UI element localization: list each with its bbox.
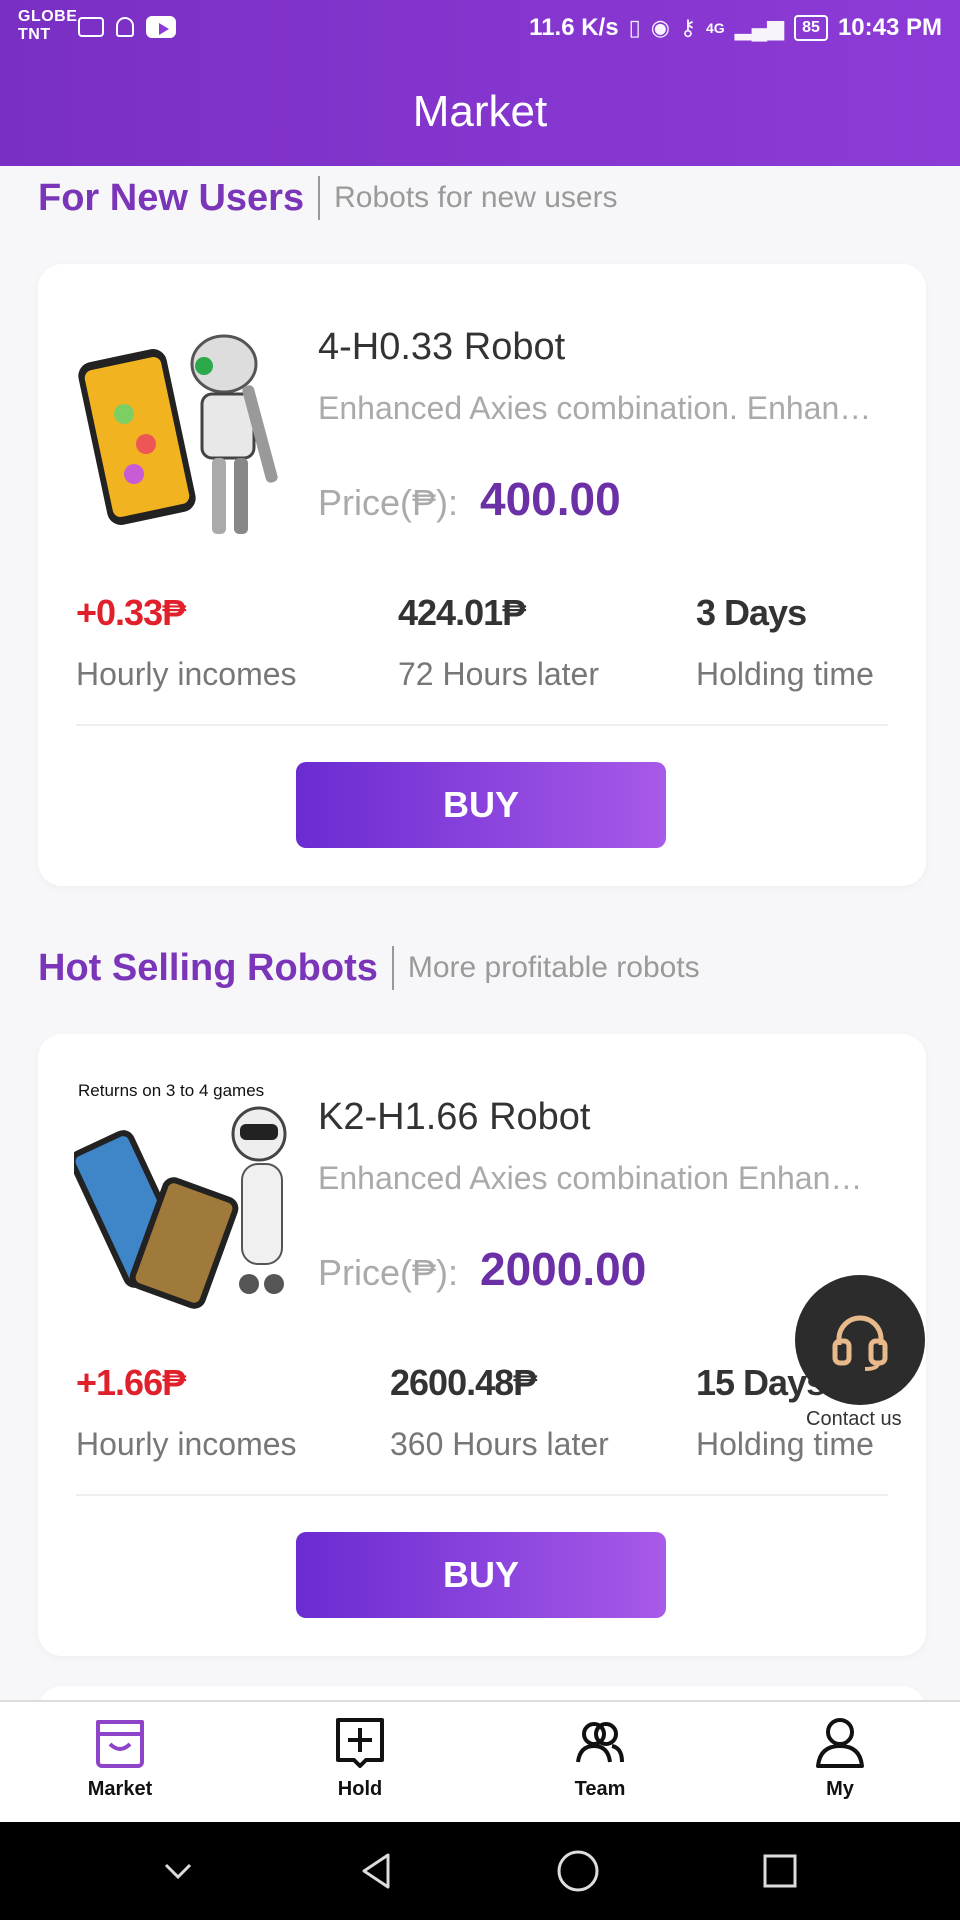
tab-team[interactable]: Team [480, 1702, 720, 1822]
section-subtitle: Robots for new users [334, 181, 618, 214]
stat-label: Hourly incomes [76, 656, 297, 692]
stat-total-return: 424.01₱ 72 Hours later [398, 592, 599, 693]
stat-label: Holding time [696, 1426, 874, 1462]
price-value: 2000.00 [480, 1243, 647, 1295]
stat-value: 424.01₱ [398, 592, 526, 633]
stat-value: 3 Days [696, 592, 807, 633]
divider [76, 724, 888, 726]
tab-label: Hold [337, 1778, 383, 1800]
robot-image: Returns on 3 to 4 games [74, 1074, 304, 1310]
tab-label: Team [574, 1778, 626, 1800]
clock: 10:43 PM [837, 14, 942, 41]
section-title: For New Users [38, 176, 305, 219]
robot-name: 4-H0.33 Robot [318, 326, 566, 368]
robot-image [74, 304, 304, 540]
battery-icon: 85 [794, 15, 828, 41]
team-icon [576, 1722, 624, 1763]
stat-hourly-income: +0.33₱ Hourly incomes [76, 592, 297, 693]
price-value: 400.00 [480, 473, 621, 525]
robot-name: K2-H1.66 Robot [318, 1096, 591, 1138]
key-icon: ⚷ [679, 15, 697, 40]
signal-icon: ▂▄▆ [734, 15, 785, 40]
section-header-hot-selling: Hot Selling Robots More profitable robot… [38, 946, 700, 990]
net-speed: 11.6 K/s [529, 14, 619, 41]
stat-holding-time: 3 Days Holding time [696, 592, 874, 693]
tab-hold[interactable]: Hold [240, 1702, 480, 1822]
stat-label: 72 Hours later [398, 656, 599, 692]
recents-icon[interactable] [758, 1849, 802, 1893]
tab-label: Market [87, 1778, 153, 1800]
buy-button[interactable]: BUY [296, 762, 666, 848]
stat-label: 360 Hours later [390, 1426, 609, 1462]
price-label: Price(₱): [318, 482, 459, 523]
notification-icons [78, 16, 176, 38]
price-label: Price(₱): [318, 1252, 459, 1293]
vibrate-icon: ▯ [628, 15, 641, 40]
back-icon[interactable] [354, 1849, 398, 1893]
buy-button[interactable]: BUY [296, 1532, 666, 1618]
bottom-tab-bar: Market Hold Team My [0, 1700, 960, 1822]
robot-description: Enhanced Axies combination. Enhan… [318, 390, 872, 426]
carrier-line-1: GLOBE [18, 8, 78, 25]
youtube-icon [146, 16, 176, 38]
robot-description: Enhanced Axies combination Enhan… [318, 1160, 863, 1196]
stat-label: Hourly incomes [76, 1426, 297, 1462]
section-divider [318, 176, 321, 220]
headset-icon [832, 1315, 888, 1371]
user-icon [816, 1718, 864, 1768]
stat-label: Holding time [696, 656, 874, 692]
status-right: 11.6 K/s ▯ ◉ ⚷ 4G ▂▄▆ 85 10:43 PM [529, 14, 942, 42]
robot-card-partial [38, 1686, 926, 1700]
carrier-label: GLOBE TNT [18, 8, 77, 44]
robot-card: 4-H0.33 Robot Enhanced Axies combination… [38, 264, 926, 886]
section-divider [391, 946, 394, 990]
app-header: Market [0, 58, 960, 166]
stat-value: +1.66₱ [76, 1362, 186, 1403]
stat-hourly-income: +1.66₱ Hourly incomes [76, 1362, 297, 1463]
system-nav-bar [0, 1822, 960, 1920]
chat-icon [78, 17, 104, 37]
tab-label: My [826, 1778, 854, 1800]
plus-square-icon [336, 1718, 384, 1768]
home-icon[interactable] [554, 1847, 602, 1895]
carrier-line-2: TNT [18, 26, 51, 43]
page-title: Market [412, 87, 548, 136]
image-caption: Returns on 3 to 4 games [78, 1081, 264, 1100]
stat-value: 2600.48₱ [390, 1362, 537, 1403]
contact-us-label: Contact us [806, 1408, 902, 1430]
section-header-new-users: For New Users Robots for new users [38, 176, 618, 220]
market-content[interactable]: For New Users Robots for new users 4-H0.… [0, 166, 960, 1700]
store-icon [96, 1720, 144, 1768]
tab-my[interactable]: My [720, 1702, 960, 1822]
bell-icon [116, 17, 134, 37]
section-title: Hot Selling Robots [38, 946, 378, 989]
divider [76, 1494, 888, 1496]
network-type: 4G [706, 20, 725, 36]
robot-card: Returns on 3 to 4 games K2-H1.66 Robot E… [38, 1034, 926, 1656]
stat-value: +0.33₱ [76, 592, 186, 633]
section-subtitle: More profitable robots [407, 951, 700, 984]
chevron-down-icon[interactable] [158, 1851, 198, 1891]
stat-total-return: 2600.48₱ 360 Hours later [390, 1362, 609, 1463]
status-bar: GLOBE TNT 11.6 K/s ▯ ◉ ⚷ 4G ▂▄▆ 85 10:43… [0, 0, 960, 58]
eye-icon: ◉ [650, 15, 670, 40]
contact-us-button[interactable] [795, 1275, 925, 1405]
tab-market[interactable]: Market [0, 1702, 240, 1822]
